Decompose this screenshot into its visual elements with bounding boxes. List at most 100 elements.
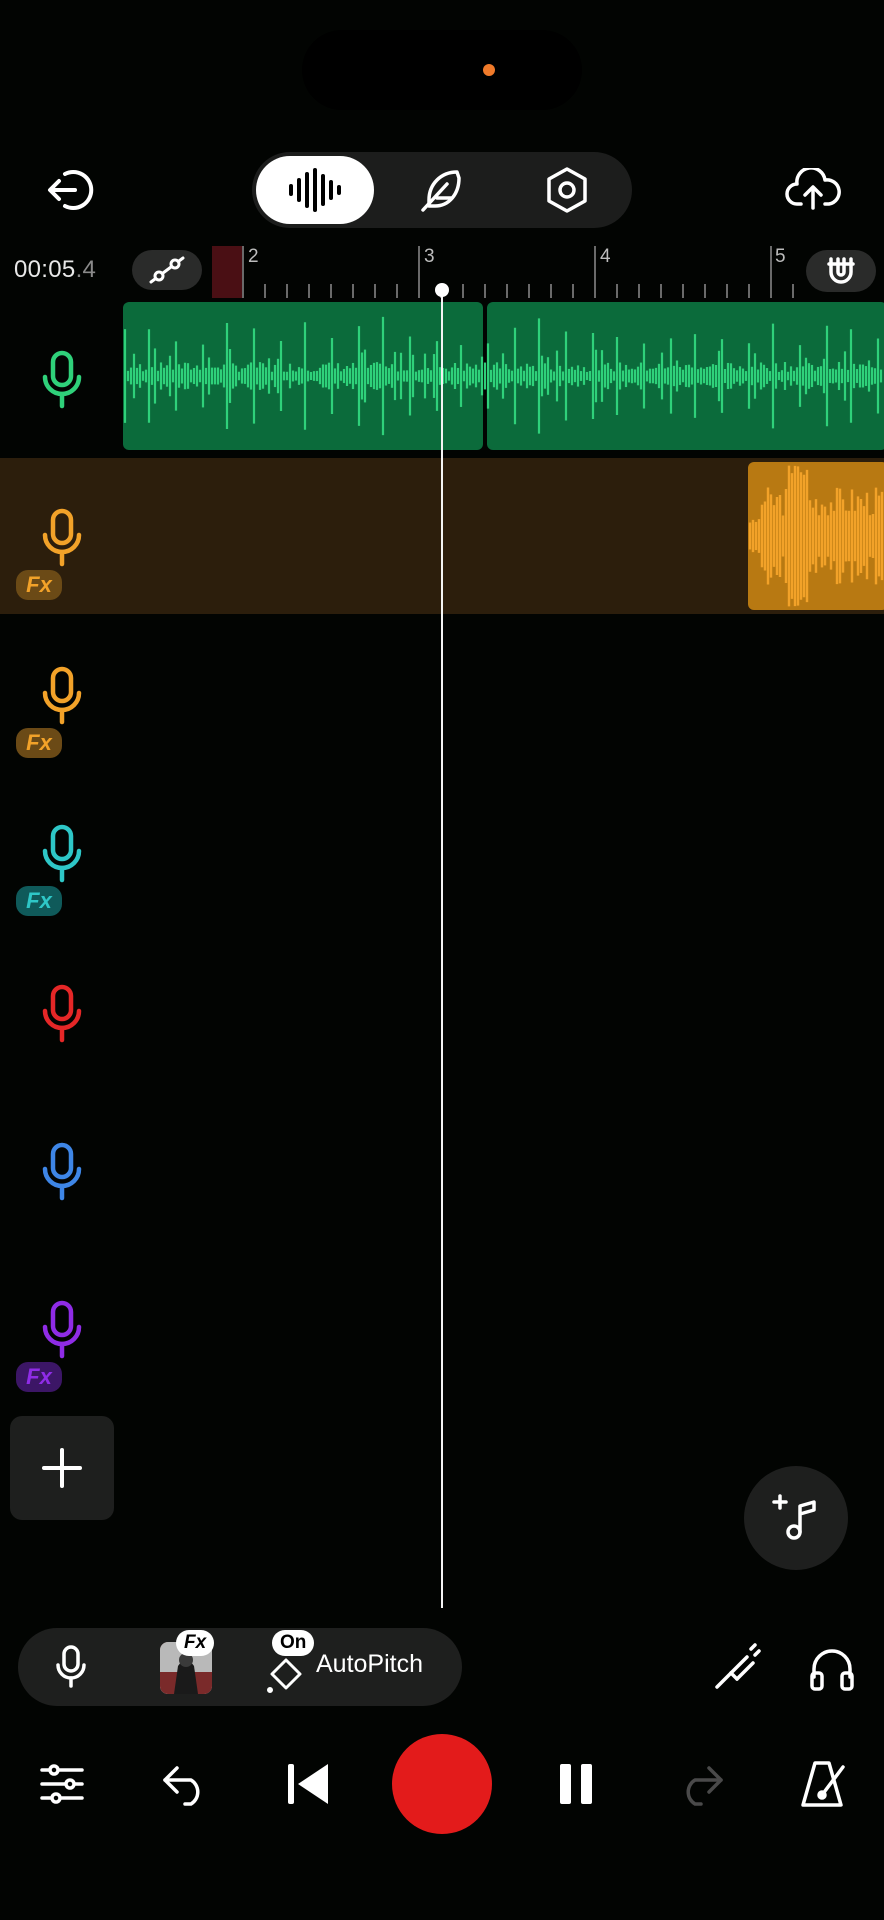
ruler-minor-tick — [484, 284, 486, 298]
ruler-minor-tick — [792, 284, 794, 298]
ruler-minor-tick — [308, 284, 310, 298]
track-4-fx-badge[interactable]: Fx — [16, 886, 62, 916]
exit-button[interactable] — [36, 160, 106, 220]
input-mic-button[interactable] — [46, 1640, 96, 1694]
ruler-major-tick — [418, 246, 420, 298]
pause-button[interactable] — [548, 1756, 604, 1812]
feather-icon — [421, 170, 461, 212]
automation-icon — [149, 256, 185, 284]
track-2-fx-badge[interactable]: Fx — [16, 570, 62, 600]
microphone-icon — [42, 350, 82, 409]
waveform-green — [123, 316, 883, 436]
ruler-minor-tick — [374, 284, 376, 298]
track-7-input-button[interactable] — [40, 1300, 84, 1360]
microphone-icon — [42, 1300, 82, 1359]
ruler-minor-tick — [572, 284, 574, 298]
undo-button[interactable] — [158, 1756, 214, 1812]
cloud-upload-icon — [785, 168, 841, 210]
plus-icon — [42, 1448, 82, 1488]
ruler-major-tick — [770, 246, 772, 298]
timecode-main: 00:05 — [14, 256, 76, 283]
ruler-minor-tick — [748, 284, 750, 298]
ruler-major-tick — [242, 246, 244, 298]
microphone-icon — [42, 666, 82, 725]
tuning-fork-icon — [715, 1643, 761, 1689]
redo-icon — [686, 1766, 723, 1806]
ruler-minor-tick — [616, 284, 618, 298]
loop-start-marker[interactable] — [212, 246, 242, 298]
timecode-display: 00:05.4 — [14, 256, 96, 284]
ruler-label-4: 4 — [600, 246, 611, 267]
hex-settings-icon — [547, 167, 587, 213]
fx-badge: Fx — [176, 1630, 215, 1656]
mode-waveform-button[interactable] — [256, 156, 374, 224]
waveform-orange — [748, 465, 884, 607]
exit-icon — [48, 170, 94, 210]
snap-button[interactable] — [806, 250, 876, 292]
playhead-line[interactable] — [441, 290, 443, 1608]
microphone-icon — [42, 1142, 82, 1201]
metronome-button[interactable] — [794, 1756, 850, 1812]
mode-feather-button[interactable] — [382, 156, 500, 224]
ruler-minor-tick — [462, 284, 464, 298]
track-3-input-button[interactable] — [40, 666, 84, 726]
mode-settings-button[interactable] — [508, 156, 626, 224]
playhead-knob[interactable] — [435, 283, 449, 297]
ruler-major-tick — [594, 246, 596, 298]
upload-button[interactable] — [778, 160, 848, 220]
magnet-icon — [827, 257, 855, 284]
undo-icon — [163, 1766, 200, 1806]
skip-back-icon — [288, 1764, 328, 1804]
microphone-icon — [56, 1645, 86, 1688]
track-7-fx-badge[interactable]: Fx — [16, 1362, 62, 1392]
microphone-icon — [42, 824, 82, 883]
automation-button[interactable] — [132, 250, 202, 290]
track-2-input-button[interactable] — [40, 508, 84, 568]
camera-notch — [302, 30, 582, 110]
add-music-note-icon — [772, 1494, 816, 1540]
ruler-minor-tick — [682, 284, 684, 298]
skip-to-start-button[interactable] — [280, 1756, 336, 1812]
ruler-minor-tick — [550, 284, 552, 298]
record-button[interactable] — [392, 1734, 492, 1834]
mixer-button[interactable] — [34, 1756, 90, 1812]
autopitch-diamond-icon — [267, 1658, 302, 1693]
ruler-minor-tick — [264, 284, 266, 298]
track-3-fx-badge[interactable]: Fx — [16, 728, 62, 758]
metronome-icon — [801, 1761, 845, 1807]
sliders-icon — [40, 1764, 84, 1804]
ruler-minor-tick — [528, 284, 530, 298]
track-1-input-button[interactable] — [40, 350, 84, 410]
headphones-icon — [810, 1649, 854, 1691]
ruler-minor-tick — [396, 284, 398, 298]
ruler-minor-tick — [638, 284, 640, 298]
recording-indicator-dot — [483, 64, 495, 76]
waveform-icon — [289, 168, 341, 212]
ruler-minor-tick — [330, 284, 332, 298]
ruler-minor-tick — [506, 284, 508, 298]
ruler-label-5: 5 — [775, 246, 786, 267]
add-beat-button[interactable] — [744, 1466, 848, 1570]
autopitch-label[interactable]: AutoPitch — [316, 1650, 423, 1679]
ruler-minor-tick — [352, 284, 354, 298]
autopitch-toggle[interactable] — [266, 1654, 306, 1694]
redo-button[interactable] — [672, 1756, 728, 1812]
track-6-input-button[interactable] — [40, 1142, 84, 1202]
ruler-minor-tick — [660, 284, 662, 298]
ruler-label-3: 3 — [424, 246, 435, 267]
add-track-button[interactable] — [10, 1416, 114, 1520]
microphone-icon — [42, 508, 82, 567]
ruler-minor-tick — [286, 284, 288, 298]
mode-switch — [252, 152, 632, 228]
ruler-label-2: 2 — [248, 246, 259, 267]
pause-icon — [560, 1764, 592, 1804]
timecode-fraction: .4 — [75, 256, 97, 283]
track-4-input-button[interactable] — [40, 824, 84, 884]
autopitch-on-badge: On — [272, 1630, 315, 1656]
track-5-input-button[interactable] — [40, 984, 84, 1044]
microphone-icon — [42, 984, 82, 1043]
headphones-button[interactable] — [802, 1640, 862, 1696]
ruler-minor-tick — [704, 284, 706, 298]
ruler-minor-tick — [726, 284, 728, 298]
tuner-button[interactable] — [706, 1640, 766, 1696]
